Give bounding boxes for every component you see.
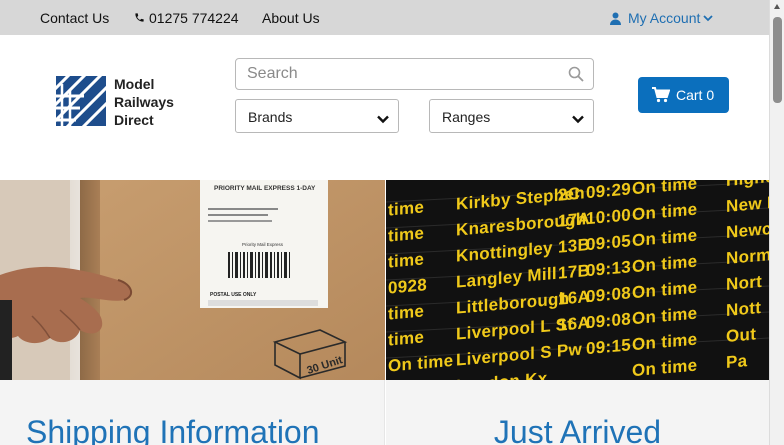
cart-count: 0 <box>706 87 715 103</box>
cart-label: Cart 0 <box>676 87 714 103</box>
chevron-down-icon <box>703 12 714 28</box>
board-status: On time <box>632 355 698 380</box>
board-side-left: time <box>388 301 425 324</box>
phone-link[interactable]: 01275 774224 <box>134 10 239 27</box>
board-side-left: time <box>388 327 425 350</box>
page-scrollbar[interactable] <box>769 0 784 445</box>
board-status: On time <box>632 199 698 225</box>
ranges-select[interactable]: Ranges <box>429 99 594 133</box>
board-side-left: On time <box>388 350 454 376</box>
board-side-right: Newca <box>726 218 769 243</box>
board-time: 09:13 <box>586 257 631 281</box>
logo-text: Model Railways Direct <box>114 75 174 129</box>
board-status: On time <box>632 251 698 277</box>
user-icon <box>610 12 622 26</box>
just-arrived-banner-image[interactable]: timeKirkby Stephen2C09:29On timeHigherti… <box>386 180 769 380</box>
board-side-right: New Pu <box>726 191 769 217</box>
search-input[interactable] <box>247 64 547 84</box>
board-side-right: Higher <box>726 180 769 191</box>
just-arrived-title[interactable]: Just Arrived <box>386 414 769 445</box>
board-side-left: 0928 <box>388 275 428 298</box>
phone-icon <box>134 11 146 27</box>
board-time: 09:05 <box>586 231 631 255</box>
board-side-right: Out <box>726 324 757 347</box>
logo-line-1: Model <box>114 76 155 92</box>
board-side-left: time <box>388 223 425 246</box>
top-bar: Contact Us 01275 774224 About Us My Acco… <box>0 0 769 35</box>
logo-line-2: Railways <box>114 94 174 110</box>
board-side-right: Norma <box>726 244 769 269</box>
board-time: 09:08 <box>586 309 631 333</box>
logo-line-3: Direct <box>114 112 154 128</box>
board-side-right: Nott <box>726 297 762 321</box>
search-icon[interactable] <box>568 66 584 82</box>
board-time: 09:08 <box>586 283 631 307</box>
shipping-info-title[interactable]: Shipping Information <box>4 414 388 445</box>
board-side-right: Nort <box>726 271 763 295</box>
board-status: On time <box>632 329 698 355</box>
board-time: 09:29 <box>586 180 631 203</box>
logo-mark-icon <box>56 76 106 126</box>
my-account-label: My Account <box>628 10 701 26</box>
board-side-left: time <box>388 197 425 220</box>
board-time: 10:00 <box>586 205 631 229</box>
just-arrived-panel[interactable]: Just Arrived <box>386 380 769 445</box>
cart-icon <box>652 87 671 103</box>
about-us-link[interactable]: About Us <box>262 10 320 26</box>
board-status: On time <box>632 303 698 329</box>
contact-us-link[interactable]: Contact Us <box>40 10 109 26</box>
board-status: On time <box>632 180 698 199</box>
ranges-select-label: Ranges <box>442 109 491 125</box>
shipping-banner-image[interactable]: PRIORITY MAIL EXPRESS 1-DAY Priority Mai… <box>0 180 385 380</box>
label-postal-text: POSTAL USE ONLY <box>210 292 257 298</box>
board-platform: 2C <box>558 183 581 205</box>
board-side-left: time <box>388 249 425 272</box>
cart-text: Cart <box>676 87 703 103</box>
brands-select-label: Brands <box>248 109 293 125</box>
board-status: On time <box>632 277 698 303</box>
board-time: 09:15 <box>586 335 631 359</box>
search-box <box>235 58 594 90</box>
parcel-box-image: PRIORITY MAIL EXPRESS 1-DAY Priority Mai… <box>0 180 385 380</box>
board-side-right: Pa <box>726 351 748 373</box>
label-header-text: PRIORITY MAIL EXPRESS 1-DAY <box>214 185 316 192</box>
chevron-down-icon <box>377 111 389 124</box>
board-status: On time <box>632 225 698 251</box>
label-service-text: Priority Mail Express <box>242 242 284 247</box>
phone-number: 01275 774224 <box>149 10 239 26</box>
departure-board: timeKirkby Stephen2C09:29On timeHigherti… <box>386 180 769 380</box>
site-logo[interactable]: Model Railways Direct <box>56 75 180 129</box>
my-account-dropdown[interactable]: My Account <box>610 10 714 29</box>
shipping-info-panel[interactable]: Shipping Information <box>0 380 385 445</box>
cart-button[interactable]: Cart 0 <box>638 77 729 113</box>
scrollbar-thumb[interactable] <box>773 17 782 103</box>
scroll-up-arrow-icon[interactable] <box>774 4 780 9</box>
chevron-down-icon <box>572 111 584 124</box>
brands-select[interactable]: Brands <box>235 99 399 133</box>
